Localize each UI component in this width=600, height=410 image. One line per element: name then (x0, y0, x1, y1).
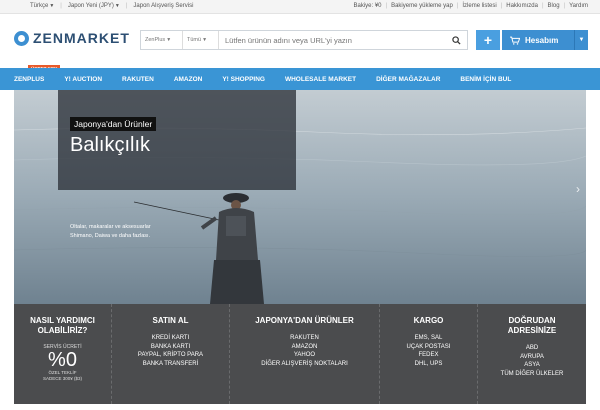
region-link-asia[interactable]: ASYA (478, 361, 586, 370)
divider: | (500, 3, 503, 9)
service-link[interactable]: Japon Alışveriş Servisi (133, 3, 193, 9)
chevron-right-icon[interactable]: › (576, 182, 580, 196)
nav-item-y-shopping[interactable]: Y! SHOPPING (222, 76, 265, 83)
site-header: ZENMARKET ZenPlus▼ Tümü▼ + Hesabım ▼ (0, 14, 600, 64)
logo[interactable]: ZENMARKET (14, 30, 130, 46)
add-button[interactable]: + (476, 30, 500, 50)
cargo-link-fedex[interactable]: FEDEX (380, 351, 477, 360)
products-link-yahoo[interactable]: YAHOO (230, 351, 379, 360)
logo-text: ZENMARKET (33, 30, 130, 46)
cart-icon (510, 36, 520, 45)
account-button[interactable]: Hesabım ▼ (502, 30, 588, 50)
nav-item-rakuten[interactable]: RAKUTEN (122, 76, 154, 83)
products-column: JAPONYA'DAN ÜRÜNLER RAKUTEN AMAZON YAHOO… (230, 304, 380, 404)
blog-link[interactable]: Blog (548, 3, 560, 9)
hero-description: Oltalar, makaralar ve aksesuarlar Shiman… (70, 223, 190, 241)
payment-debit-card[interactable]: BANKA KARTI (112, 343, 229, 352)
search-input[interactable] (219, 35, 445, 45)
products-title: JAPONYA'DAN ÜRÜNLER (255, 316, 354, 325)
buy-title: SATIN AL (152, 316, 189, 325)
nav-item-amazon[interactable]: AMAZON (174, 76, 203, 83)
about-link[interactable]: Hakkımızda (506, 3, 538, 9)
divider: | (563, 3, 566, 9)
cargo-link-ems-sal[interactable]: EMS, SAL (380, 334, 477, 343)
direct-column: DOĞRUDAN ADRESİNİZE ABD AVRUPA ASYA TÜM D… (478, 304, 586, 404)
chevron-down-icon: ▼ (49, 3, 55, 9)
chevron-down-icon: ▼ (166, 37, 172, 43)
payment-credit-card[interactable]: KREDİ KARTI (112, 334, 229, 343)
divider: | (385, 3, 388, 9)
balance-text: Bakiye: ¥0 (353, 3, 382, 9)
direct-title: DOĞRUDAN ADRESİNİZE (507, 316, 557, 335)
nav-item-y-auction[interactable]: Y! AUCTION (64, 76, 102, 83)
divider: | (456, 3, 459, 9)
nav-item-zenplus[interactable]: ZENPLUS (14, 76, 44, 83)
main-nav: ZENPLUS Y! AUCTION RAKUTEN AMAZON Y! SHO… (0, 68, 600, 90)
cargo-link-dhl-ups[interactable]: DHL, UPS (380, 360, 477, 369)
payment-bank-transfer[interactable]: BANKA TRANSFERİ (112, 360, 229, 369)
help-title: NASIL YARDIMCI OLABİLİRİZ? (30, 316, 95, 335)
account-label: Hesabım (525, 35, 559, 45)
hero-banner[interactable]: Japonya'dan Ürünler Balıkçılık Oltalar, … (14, 90, 586, 304)
nav-item-find-for-me[interactable]: BENİM İÇİN BUL (460, 76, 511, 83)
search-source-select[interactable]: ZenPlus ▼ (141, 31, 183, 49)
chevron-down-icon: ▼ (114, 3, 120, 9)
language-selector[interactable]: Türkçe▼ (30, 3, 54, 9)
cargo-title: KARGO (413, 316, 444, 325)
logo-mark-icon (14, 30, 29, 46)
hero-title: Balıkçılık (70, 134, 151, 156)
cargo-column: KARGO EMS, SAL UÇAK POSTASI FEDEX DHL, U… (380, 304, 478, 404)
products-link-other[interactable]: DİĞER ALIŞVERİŞ NOKTALARI (230, 360, 379, 369)
search-icon (451, 35, 461, 45)
top-utility-bar: Türkçe▼ | Japon Yeni (JPY)▼ | Japon Alış… (0, 0, 600, 14)
search-category-select[interactable]: Tümü ▼ (183, 31, 219, 49)
region-link-usa[interactable]: ABD (478, 344, 586, 353)
help-link[interactable]: Yardım (569, 3, 588, 9)
region-link-europe[interactable]: AVRUPA (478, 353, 586, 362)
nav-item-wholesale-market[interactable]: WHOLESALE MARKET (285, 76, 356, 83)
hero-description-line: Shimano, Daiwa ve daha fazlası. (70, 233, 151, 239)
info-footer: NASIL YARDIMCI OLABİLİRİZ? SERVİS ÜCRETİ … (14, 304, 586, 404)
search-button[interactable] (445, 31, 467, 49)
special-offer-price: SADECE 300¥ ($3) (42, 376, 83, 381)
help-column: NASIL YARDIMCI OLABİLİRİZ? SERVİS ÜCRETİ … (14, 304, 112, 404)
divider: | (541, 3, 544, 9)
currency-selector[interactable]: Japon Yeni (JPY)▼ (68, 3, 120, 9)
products-link-amazon[interactable]: AMAZON (230, 343, 379, 352)
hero-tag: Japonya'dan Ürünler (70, 117, 157, 131)
buy-column: SATIN AL KREDİ KARTI BANKA KARTI PAYPAL,… (112, 304, 230, 404)
payment-paypal-crypto[interactable]: PAYPAL, KRİPTO PARA (112, 351, 229, 360)
chevron-down-icon[interactable]: ▼ (574, 30, 588, 50)
topup-link[interactable]: Bakiyeme yükleme yap (391, 3, 453, 9)
hero-description-line: Oltalar, makaralar ve aksesuarlar (70, 224, 151, 230)
plus-icon: + (483, 32, 493, 48)
products-link-rakuten[interactable]: RAKUTEN (230, 334, 379, 343)
service-fee-value: %0 (48, 349, 77, 371)
search-bar: ZenPlus ▼ Tümü ▼ (140, 30, 468, 50)
region-link-other[interactable]: TÜM DİĞER ÜLKELER (478, 370, 586, 379)
nav-item-other-stores[interactable]: DİĞER MAĞAZALAR (376, 76, 440, 83)
divider: | (125, 3, 128, 9)
wishlist-link[interactable]: İzleme listesi (462, 3, 496, 9)
divider: | (60, 3, 62, 9)
chevron-down-icon: ▼ (202, 37, 208, 43)
cargo-link-airmail[interactable]: UÇAK POSTASI (380, 343, 477, 352)
